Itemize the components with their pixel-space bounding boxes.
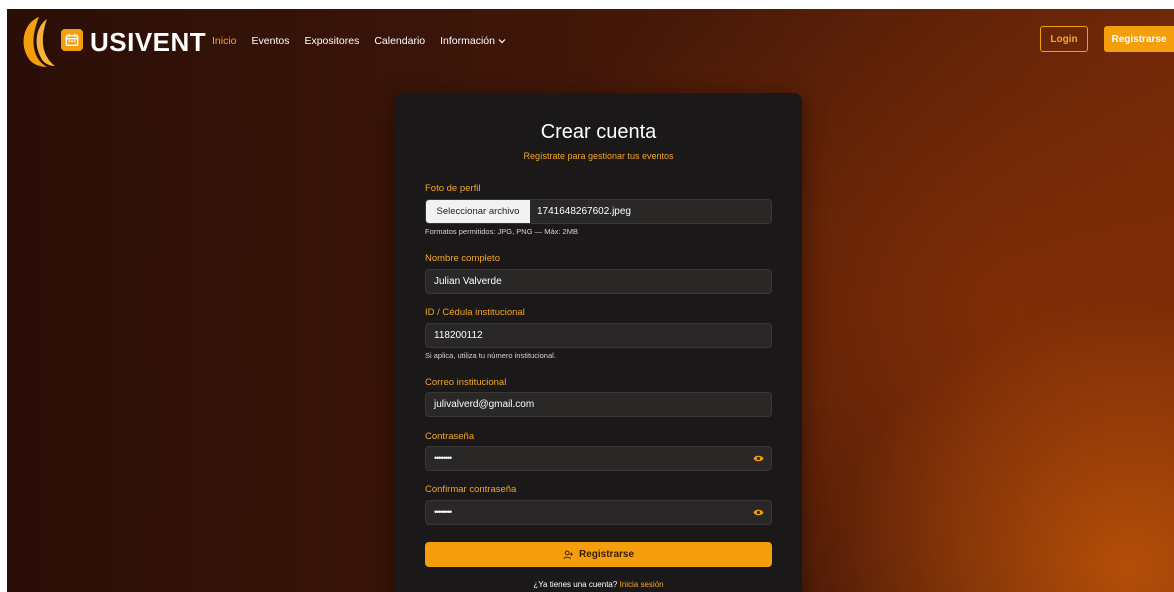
selected-file-name: 1741648267602.jpeg: [537, 206, 631, 217]
login-prompt-text: ¿Ya tienes una cuenta?: [533, 580, 618, 589]
email-input[interactable]: julivalverd@gmail.com: [425, 392, 772, 417]
id-label: ID / Cédula institucional: [425, 307, 525, 318]
brand-name: USIVENT: [90, 27, 207, 57]
login-prompt: ¿Ya tienes una cuenta? Inicia sesión: [395, 579, 802, 591]
full-name-label: Nombre completo: [425, 253, 500, 264]
password-value: ••••••••: [434, 453, 452, 463]
register-submit-button[interactable]: Registrarse: [425, 542, 772, 567]
eye-icon[interactable]: [753, 454, 764, 463]
login-button[interactable]: Login: [1040, 26, 1088, 52]
register-card: Crear cuenta Regístrate para gestionar t…: [395, 93, 802, 592]
app-window: USIVENT Inicio Eventos Expositores Calen…: [7, 9, 1174, 592]
id-hint: Si aplica, utiliza tu número institucion…: [425, 351, 556, 360]
top-navbar: USIVENT Inicio Eventos Expositores Calen…: [7, 9, 1174, 73]
email-label: Correo institucional: [425, 377, 507, 388]
nav-inicio[interactable]: Inicio: [212, 33, 237, 49]
photo-file-input[interactable]: Seleccionar archivo 1741648267602.jpeg: [425, 199, 772, 224]
password-input[interactable]: ••••••••: [425, 446, 772, 471]
email-value: julivalverd@gmail.com: [434, 399, 535, 410]
form-title: Crear cuenta: [540, 121, 657, 143]
photo-format-hint: Formatos permitidos: JPG, PNG — Máx: 2MB: [425, 227, 578, 236]
register-submit-label: Registrarse: [578, 549, 635, 560]
login-link[interactable]: Inicia sesión: [620, 580, 664, 589]
nav-calendario[interactable]: Calendario: [374, 33, 425, 49]
calendar-icon: [65, 33, 79, 46]
id-input[interactable]: 118200112: [425, 323, 772, 348]
nav-expositores[interactable]: Expositores: [304, 33, 359, 49]
nav-informacion[interactable]: Información: [440, 33, 506, 49]
user-plus-icon: [563, 550, 573, 559]
chevron-down-icon: [498, 39, 506, 44]
id-value: 118200112: [434, 330, 483, 341]
form-subtitle: Regístrate para gestionar tus eventos: [523, 151, 674, 161]
full-name-input[interactable]: Julian Valverde: [425, 269, 772, 294]
main-nav: Inicio Eventos Expositores Calendario In…: [212, 33, 506, 49]
register-button-header[interactable]: Registrarse: [1104, 26, 1174, 52]
confirm-password-input[interactable]: ••••••••: [425, 500, 772, 525]
select-file-button[interactable]: Seleccionar archivo: [426, 200, 530, 223]
photo-label: Foto de perfil: [425, 183, 481, 194]
confirm-password-value: ••••••••: [434, 507, 452, 517]
nav-informacion-label: Información: [440, 35, 495, 47]
full-name-value: Julian Valverde: [434, 276, 502, 287]
nav-eventos[interactable]: Eventos: [252, 33, 290, 49]
brand-logo[interactable]: USIVENT: [17, 9, 206, 73]
confirm-password-label: Confirmar contraseña: [425, 484, 517, 495]
password-label: Contraseña: [425, 431, 475, 442]
eye-icon[interactable]: [753, 508, 764, 517]
